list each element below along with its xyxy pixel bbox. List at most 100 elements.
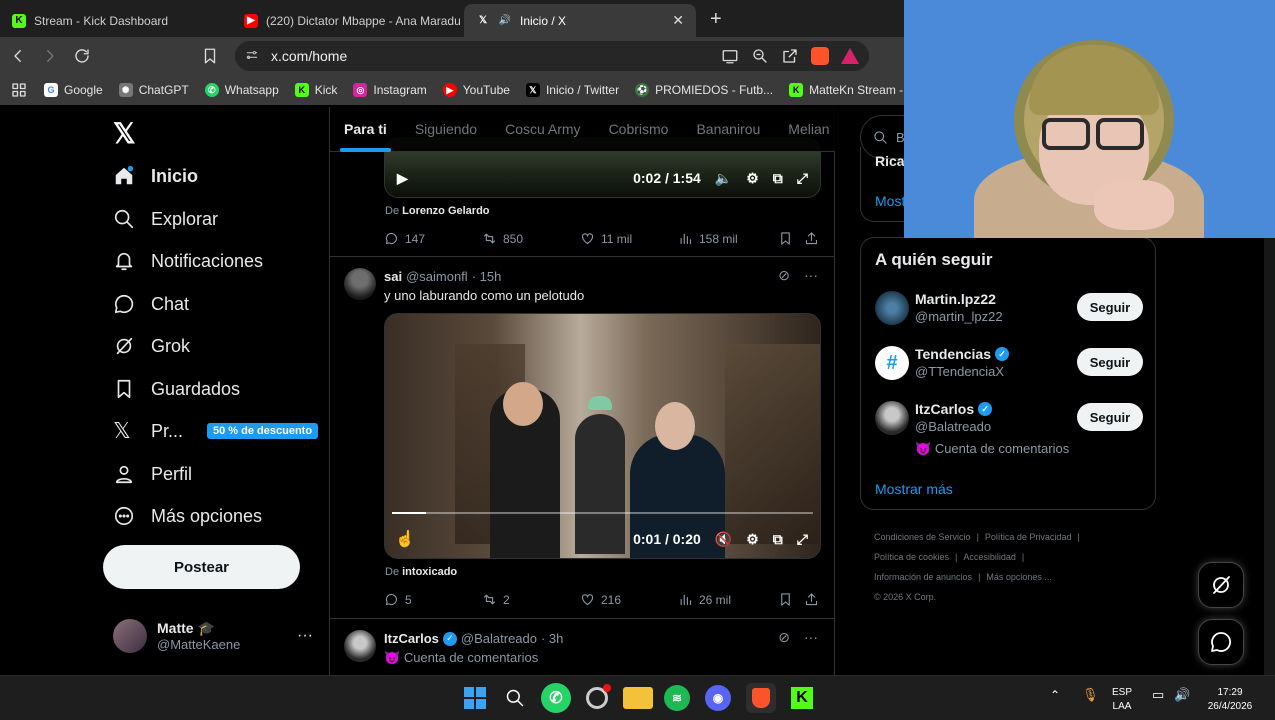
reload-button[interactable] xyxy=(68,42,96,70)
bookmark-instagram[interactable]: ◎ Instagram xyxy=(353,83,427,97)
footer-link[interactable]: Condiciones de Servicio xyxy=(874,532,971,542)
footer-link[interactable]: Política de cookies xyxy=(874,552,949,562)
kick-icon[interactable]: K xyxy=(787,683,817,713)
bookmark-promiedos[interactable]: ⚽ PROMIEDOS - Futb... xyxy=(635,83,773,97)
tweet-author-name[interactable]: ItzCarlos xyxy=(384,631,439,646)
browser-tab-kick[interactable]: K Stream - Kick Dashboard xyxy=(0,4,232,37)
account-switcher[interactable]: Matte 🎓 @MatteKaene ··· xyxy=(113,619,313,653)
browser-tab-youtube[interactable]: ▶ (220) Dictator Mbappe - Ana Maradu xyxy=(232,4,464,37)
microphone-icon[interactable]: 🎙 xyxy=(1082,688,1099,702)
video-progress-track[interactable] xyxy=(392,512,813,514)
tab-coscu-army[interactable]: Coscu Army xyxy=(505,107,580,152)
settings-gear-icon[interactable]: ⚙ xyxy=(746,170,759,187)
sidebar-item-notificaciones[interactable]: Notificaciones xyxy=(113,250,263,272)
fullscreen-icon[interactable]: ⤢ xyxy=(797,531,808,548)
brave-rewards-icon[interactable] xyxy=(841,48,859,64)
show-more-link[interactable]: Mostrar más xyxy=(875,481,953,497)
network-icon[interactable]: ▭ xyxy=(1152,688,1164,702)
bookmark-mattekn-stream[interactable]: K MatteKn Stream -... xyxy=(789,83,913,97)
bookmark-page-button[interactable] xyxy=(196,42,224,70)
search-icon[interactable] xyxy=(500,683,530,713)
bookmark-google[interactable]: G Google xyxy=(44,83,103,97)
video-source-name[interactable]: Lorenzo Gelardo xyxy=(402,205,489,217)
post-button[interactable]: Postear xyxy=(103,545,300,589)
pip-icon[interactable]: ⧉ xyxy=(773,531,783,548)
bookmark-whatsapp[interactable]: ✆ Whatsapp xyxy=(204,83,279,97)
grok-icon[interactable]: ⊘ xyxy=(778,267,790,284)
follow-button[interactable]: Seguir xyxy=(1077,348,1143,376)
sidebar-item-grok[interactable]: Grok xyxy=(113,335,190,357)
brave-shields-icon[interactable] xyxy=(811,47,829,65)
more-dots-icon[interactable]: ··· xyxy=(804,267,818,284)
sidebar-item-perfil[interactable]: Perfil xyxy=(113,463,192,485)
brave-icon[interactable] xyxy=(746,683,776,713)
views-button[interactable]: 158 mil xyxy=(678,231,778,246)
avatar[interactable] xyxy=(344,630,376,662)
browser-tab-x[interactable]: 𝕏 🔊 Inicio / X ✕ xyxy=(464,4,696,37)
footer-link[interactable]: Más opciones ... xyxy=(986,572,1052,582)
tweet-time[interactable]: · 3h xyxy=(541,631,563,646)
tweet-author-handle[interactable]: @saimonfl xyxy=(406,269,468,284)
new-tab-button[interactable]: + xyxy=(710,8,722,31)
bookmark-chatgpt[interactable]: ✺ ChatGPT xyxy=(118,83,189,97)
share-button[interactable] xyxy=(804,231,819,246)
windows-start-icon[interactable] xyxy=(460,683,490,713)
play-icon[interactable]: ▶ xyxy=(397,170,408,187)
cast-icon[interactable] xyxy=(721,47,739,65)
sidebar-item-explorar[interactable]: Explorar xyxy=(113,208,218,230)
reply-button[interactable]: 147 xyxy=(384,231,482,246)
site-info-icon[interactable] xyxy=(245,48,259,62)
video-source-name[interactable]: intoxicado xyxy=(402,566,457,578)
tweet-time[interactable]: · 15h xyxy=(472,269,502,284)
retweet-button[interactable]: 2 xyxy=(482,592,580,607)
tab-siguiendo[interactable]: Siguiendo xyxy=(415,107,477,152)
bookmark-button[interactable] xyxy=(778,231,804,246)
zoom-icon[interactable] xyxy=(751,47,769,65)
views-button[interactable]: 26 mil xyxy=(678,592,778,607)
footer-link[interactable]: Accesibilidad xyxy=(963,552,1016,562)
sidebar-item-inicio[interactable]: Inicio xyxy=(113,165,198,187)
scrollbar[interactable] xyxy=(1264,238,1275,675)
chrome-icon[interactable] xyxy=(582,683,612,713)
sidebar-item-mas-opciones[interactable]: Más opciones xyxy=(113,505,262,527)
footer-link[interactable]: Política de Privacidad xyxy=(985,532,1072,542)
reply-button[interactable]: 5 xyxy=(384,592,482,607)
share-icon[interactable] xyxy=(781,47,799,65)
follow-button[interactable]: Seguir xyxy=(1077,403,1143,431)
spotify-icon[interactable]: ≋ xyxy=(664,685,690,711)
apps-grid-icon[interactable] xyxy=(10,81,28,99)
grok-icon[interactable]: ⊘ xyxy=(778,629,790,646)
volume-icon[interactable]: 🔈 xyxy=(715,170,732,187)
share-button[interactable] xyxy=(804,592,819,607)
bookmark-button[interactable] xyxy=(778,592,804,607)
bookmark-youtube[interactable]: ▶ YouTube xyxy=(442,83,510,97)
forward-button[interactable] xyxy=(36,42,64,70)
volume-icon[interactable]: 🔊 xyxy=(1174,688,1190,702)
avatar[interactable] xyxy=(344,268,376,300)
pip-icon[interactable]: ⧉ xyxy=(773,170,783,187)
tweet-video-player[interactable]: ☝ 0:01 / 0:20 🔇 ⚙ ⧉ ⤢ xyxy=(384,313,821,559)
tab-melian[interactable]: Melian xyxy=(788,107,829,152)
tab-cobrismo[interactable]: Cobrismo xyxy=(609,107,669,152)
more-dots-icon[interactable]: ··· xyxy=(804,629,818,646)
tweet-author-handle[interactable]: @Balatreado xyxy=(461,631,537,646)
tab-bananirou[interactable]: Bananirou xyxy=(696,107,760,152)
discord-icon[interactable]: ◉ xyxy=(705,685,731,711)
tab-para-ti[interactable]: Para ti xyxy=(340,107,391,152)
whatsapp-icon[interactable]: ✆ xyxy=(541,683,571,713)
more-dots-icon[interactable]: ··· xyxy=(297,627,313,645)
bookmark-kick[interactable]: K Kick xyxy=(294,83,337,97)
sidebar-item-guardados[interactable]: Guardados xyxy=(113,378,240,400)
x-logo-icon[interactable]: 𝕏 xyxy=(113,117,136,150)
follow-button[interactable]: Seguir xyxy=(1077,293,1143,321)
grok-fab-button[interactable] xyxy=(1198,562,1244,608)
like-button[interactable]: 216 xyxy=(580,592,678,607)
language-indicator[interactable]: ESP LAA xyxy=(1112,686,1132,714)
chat-fab-button[interactable] xyxy=(1198,619,1244,665)
tweet-author-name[interactable]: sai xyxy=(384,269,402,284)
clock[interactable]: 17:29 26/4/2026 xyxy=(1200,686,1260,714)
close-icon[interactable]: ✕ xyxy=(672,12,684,29)
like-button[interactable]: 11 mil xyxy=(580,231,678,246)
sidebar-item-premium[interactable]: 𝕏 Pr... 50 % de descuento xyxy=(113,420,319,442)
chevron-up-icon[interactable]: ⌃ xyxy=(1050,688,1060,702)
